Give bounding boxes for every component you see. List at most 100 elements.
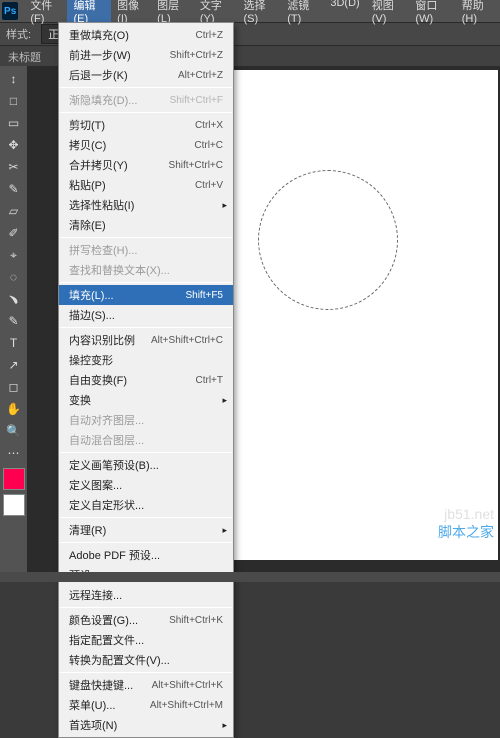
tool-13[interactable]: ↗: [2, 354, 26, 376]
tool-8[interactable]: ⌖: [2, 244, 26, 266]
menu-item-13: 拼写检查(H)...: [59, 240, 233, 260]
menu-separator: [60, 517, 232, 518]
menu-item-label: 远程连接...: [69, 587, 223, 603]
menu-item-1[interactable]: 前进一步(W)Shift+Ctrl+Z: [59, 45, 233, 65]
menu-item-shortcut: Shift+Ctrl+F: [170, 95, 223, 106]
watermark-url: jb51.net: [444, 506, 494, 522]
menu-item-19[interactable]: 内容识别比例Alt+Shift+Ctrl+C: [59, 330, 233, 350]
foreground-swatch[interactable]: [3, 468, 25, 490]
status-bar: [0, 572, 500, 582]
tool-2[interactable]: ▭: [2, 112, 26, 134]
tool-12[interactable]: T: [2, 332, 26, 354]
tool-1[interactable]: □: [2, 90, 26, 112]
tool-3[interactable]: ✥: [2, 134, 26, 156]
menu-item-32[interactable]: Adobe PDF 预设...: [59, 545, 233, 565]
menu-item-shortcut: Alt+Shift+Ctrl+K: [152, 680, 223, 691]
menu-6[interactable]: 滤镜(T): [281, 0, 324, 28]
menu-item-label: 内容识别比例: [69, 332, 151, 348]
menu-item-42[interactable]: 首选项(N): [59, 715, 233, 735]
menu-item-label: 操控变形: [69, 352, 223, 368]
menu-item-36[interactable]: 颜色设置(G)...Shift+Ctrl+K: [59, 610, 233, 630]
menu-item-22[interactable]: 变换: [59, 390, 233, 410]
menu-item-label: 粘贴(P): [69, 177, 195, 193]
menu-item-label: 重做填充(O): [69, 27, 196, 43]
menu-item-37[interactable]: 指定配置文件...: [59, 630, 233, 650]
tool-5[interactable]: ✎: [2, 178, 26, 200]
menu-item-10[interactable]: 选择性粘贴(I): [59, 195, 233, 215]
menu-item-label: 变换: [69, 392, 223, 408]
menu-9[interactable]: 窗口(W): [409, 0, 455, 28]
menu-item-17[interactable]: 描边(S)...: [59, 305, 233, 325]
menu-item-label: 清除(E): [69, 217, 223, 233]
menu-separator: [60, 672, 232, 673]
menu-item-shortcut: Shift+Ctrl+Z: [170, 50, 223, 61]
menu-item-9[interactable]: 粘贴(P)Ctrl+V: [59, 175, 233, 195]
tool-14[interactable]: ◻: [2, 376, 26, 398]
menu-item-20[interactable]: 操控变形: [59, 350, 233, 370]
menu-item-26[interactable]: 定义画笔预设(B)...: [59, 455, 233, 475]
menu-item-24: 自动混合图层...: [59, 430, 233, 450]
menu-item-21[interactable]: 自由变换(F)Ctrl+T: [59, 370, 233, 390]
menu-item-shortcut: Shift+Ctrl+C: [169, 160, 223, 171]
menu-item-label: 渐隐填充(D)...: [69, 92, 170, 108]
tool-16[interactable]: 🔍: [2, 420, 26, 442]
tool-17[interactable]: ⋯: [2, 442, 26, 464]
menu-item-label: 自由变换(F): [69, 372, 196, 388]
tool-10[interactable]: ﹅: [2, 288, 26, 310]
background-swatch[interactable]: [3, 494, 25, 516]
menu-item-label: 拼写检查(H)...: [69, 242, 223, 258]
menu-item-28[interactable]: 定义自定形状...: [59, 495, 233, 515]
menu-item-41[interactable]: 菜单(U)...Alt+Shift+Ctrl+M: [59, 695, 233, 715]
tool-6[interactable]: ▱: [2, 200, 26, 222]
tool-9[interactable]: ◌: [2, 266, 26, 288]
menu-item-34[interactable]: 远程连接...: [59, 585, 233, 605]
menu-item-label: 自动对齐图层...: [69, 412, 223, 428]
tool-7[interactable]: ✐: [2, 222, 26, 244]
menu-item-8[interactable]: 合并拷贝(Y)Shift+Ctrl+C: [59, 155, 233, 175]
option-mode-label: 样式:: [6, 26, 31, 42]
menu-separator: [60, 112, 232, 113]
menu-item-38[interactable]: 转换为配置文件(V)...: [59, 650, 233, 670]
menu-item-7[interactable]: 拷贝(C)Ctrl+C: [59, 135, 233, 155]
menu-item-shortcut: Alt+Shift+Ctrl+C: [151, 335, 223, 346]
menu-item-30[interactable]: 清理(R): [59, 520, 233, 540]
menu-item-label: 转换为配置文件(V)...: [69, 652, 223, 668]
tool-0[interactable]: ↕: [2, 68, 26, 90]
menu-item-shortcut: Alt+Ctrl+Z: [178, 70, 223, 81]
menu-item-label: 首选项(N): [69, 717, 223, 733]
menu-item-shortcut: Alt+Shift+Ctrl+M: [150, 700, 223, 711]
tool-4[interactable]: ✂: [2, 156, 26, 178]
menu-5[interactable]: 选择(S): [238, 0, 282, 28]
menu-item-label: 前进一步(W): [69, 47, 170, 63]
menu-item-4: 渐隐填充(D)...Shift+Ctrl+F: [59, 90, 233, 110]
menu-item-shortcut: Ctrl+X: [195, 120, 223, 131]
menu-item-label: 填充(L)...: [69, 287, 185, 303]
watermark-brand: 脚本之家: [438, 522, 494, 542]
menu-item-label: 剪切(T): [69, 117, 195, 133]
menu-item-label: 后退一步(K): [69, 67, 178, 83]
menu-item-label: 描边(S)...: [69, 307, 223, 323]
menu-item-label: 自动混合图层...: [69, 432, 223, 448]
menu-item-label: 定义自定形状...: [69, 497, 223, 513]
menu-item-2[interactable]: 后退一步(K)Alt+Ctrl+Z: [59, 65, 233, 85]
menu-item-0[interactable]: 重做填充(O)Ctrl+Z: [59, 25, 233, 45]
menu-7[interactable]: 3D(D): [324, 0, 365, 28]
menu-item-shortcut: Ctrl+T: [196, 375, 224, 386]
menu-item-11[interactable]: 清除(E): [59, 215, 233, 235]
menu-item-label: 拷贝(C): [69, 137, 194, 153]
canvas[interactable]: [228, 70, 498, 560]
tool-15[interactable]: ✋: [2, 398, 26, 420]
menu-item-27[interactable]: 定义图案...: [59, 475, 233, 495]
menu-item-6[interactable]: 剪切(T)Ctrl+X: [59, 115, 233, 135]
menu-item-40[interactable]: 键盘快捷键...Alt+Shift+Ctrl+K: [59, 675, 233, 695]
menu-item-label: 查找和替换文本(X)...: [69, 262, 223, 278]
menu-separator: [60, 282, 232, 283]
menu-item-shortcut: Ctrl+V: [195, 180, 223, 191]
menu-item-label: 指定配置文件...: [69, 632, 223, 648]
tool-11[interactable]: ✎: [2, 310, 26, 332]
menu-item-14: 查找和替换文本(X)...: [59, 260, 233, 280]
menu-item-label: 定义图案...: [69, 477, 223, 493]
menu-10[interactable]: 帮助(H): [456, 0, 500, 28]
menu-8[interactable]: 视图(V): [366, 0, 410, 28]
menu-item-16[interactable]: 填充(L)...Shift+F5: [59, 285, 233, 305]
